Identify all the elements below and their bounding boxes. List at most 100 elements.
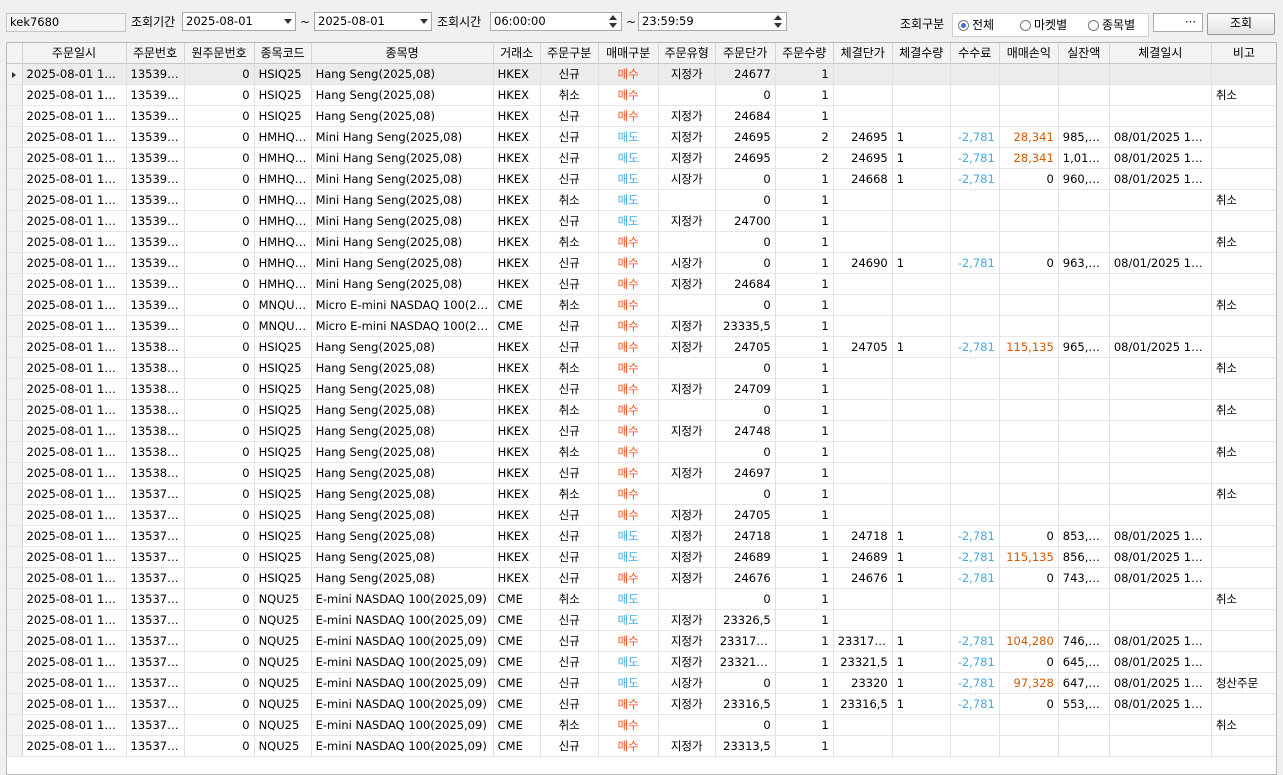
table-row[interactable]: 2025-08-01 10:… 1353748 0 NQU25 E-mini NASDA…: [7, 735, 1276, 757]
row-indicator[interactable]: [7, 105, 23, 127]
table-row[interactable]: 2025-08-01 10:… 1353766 0 NQU25 E-mini NASDA…: [7, 651, 1276, 673]
row-indicator[interactable]: [7, 84, 23, 106]
header-exchange[interactable]: 거래소: [493, 43, 541, 64]
table-row[interactable]: 2025-08-01 11:… 1353962 0 HSIQ25 Hang Seng(2…: [7, 105, 1276, 127]
table-row[interactable]: 2025-08-01 11:… 1353873 0 HSIQ25 Hang Seng(2…: [7, 357, 1276, 379]
row-indicator[interactable]: [7, 315, 23, 337]
header-fill-time[interactable]: 체결일시: [1109, 43, 1212, 64]
row-indicator[interactable]: [7, 126, 23, 148]
row-indicator[interactable]: [7, 651, 23, 673]
row-indicator[interactable]: [7, 399, 23, 421]
row-indicator[interactable]: [7, 252, 23, 274]
row-indicator[interactable]: [7, 357, 23, 379]
table-row[interactable]: 2025-08-01 11:… 1353963 0 HSIQ25 Hang Seng(2…: [7, 63, 1276, 85]
table-row[interactable]: 2025-08-01 11:… 1353954 0 HMHQ25 Mini Hang S…: [7, 231, 1276, 253]
row-indicator[interactable]: [7, 546, 23, 568]
spin-up-icon[interactable]: [609, 15, 617, 20]
radio-market[interactable]: 마켓별: [1020, 18, 1067, 34]
row-indicator[interactable]: [7, 147, 23, 169]
table-row[interactable]: 2025-08-01 10:… 1353786 0 HSIQ25 Hang Seng(2…: [7, 567, 1276, 589]
date-from-dropdown[interactable]: 2025-08-01: [182, 12, 296, 31]
header-trade-pl[interactable]: 매매손익: [999, 43, 1059, 64]
row-indicator[interactable]: [7, 462, 23, 484]
header-order-no[interactable]: 주문번호: [126, 43, 185, 64]
order-history-grid[interactable]: 주문일시 주문번호 원주문번호 종목코드 종목명 거래소 주문구분 매매구분 주문유형 주문단가 주…: [6, 42, 1277, 775]
table-row[interactable]: 2025-08-01 11:… 1353873 0 HSIQ25 Hang Seng(2…: [7, 378, 1276, 400]
row-indicator[interactable]: [7, 231, 23, 253]
row-indicator[interactable]: [7, 714, 23, 736]
row-indicator[interactable]: [7, 609, 23, 631]
header-fill-qty[interactable]: 체결수량: [892, 43, 951, 64]
table-row[interactable]: 2025-08-01 11:… 1353801 0 HSIQ25 Hang Seng(2…: [7, 441, 1276, 463]
spin-down-icon[interactable]: [774, 23, 782, 28]
row-indicator[interactable]: [7, 483, 23, 505]
row-indicator[interactable]: [7, 336, 23, 358]
header-order-time[interactable]: 주문일시: [22, 43, 127, 64]
table-row[interactable]: 2025-08-01 11:… 1353888 0 HSIQ25 Hang Seng(2…: [7, 336, 1276, 358]
table-row[interactable]: 2025-08-01 10:… 1353748 0 NQU25 E-mini NASDA…: [7, 714, 1276, 736]
row-indicator[interactable]: [7, 273, 23, 295]
row-indicator[interactable]: [7, 630, 23, 652]
row-indicator[interactable]: [7, 588, 23, 610]
header-item-code[interactable]: 종목코드: [254, 43, 312, 64]
table-row[interactable]: 2025-08-01 10:… 1353768 0 NQU25 E-mini NASDA…: [7, 630, 1276, 652]
table-row[interactable]: 2025-08-01 11:… 1353953 0 MNQU25 Micro E-min…: [7, 294, 1276, 316]
row-indicator[interactable]: [7, 735, 23, 757]
header-order-class[interactable]: 주문구분: [540, 43, 599, 64]
row-indicator[interactable]: [7, 63, 23, 85]
header-fee[interactable]: 수수료: [950, 43, 1000, 64]
header-balance[interactable]: 실잔액: [1058, 43, 1110, 64]
table-row[interactable]: 2025-08-01 11:… 1353958 0 HMHQ25 Mini Hang S…: [7, 210, 1276, 232]
filter-field[interactable]: ···: [1153, 13, 1203, 32]
header-fill-price[interactable]: 체결단가: [833, 43, 893, 64]
table-row[interactable]: 2025-08-01 11:… 1353796 0 HSIQ25 Hang Seng(2…: [7, 483, 1276, 505]
row-indicator[interactable]: [7, 693, 23, 715]
table-row[interactable]: 2025-08-01 11:… 1353953 0 MNQU25 Micro E-min…: [7, 315, 1276, 337]
time-from-spinner[interactable]: 06:00:00: [490, 12, 622, 31]
time-to-spinner[interactable]: 23:59:59: [638, 12, 787, 31]
row-indicator[interactable]: [7, 441, 23, 463]
date-to-dropdown[interactable]: 2025-08-01: [314, 12, 432, 31]
account-field[interactable]: kek7680: [6, 13, 126, 32]
row-indicator[interactable]: [7, 189, 23, 211]
row-indicator[interactable]: [7, 378, 23, 400]
table-row[interactable]: 2025-08-01 11:… 1353961 0 HMHQ25 Mini Hang S…: [7, 126, 1276, 148]
table-row[interactable]: 2025-08-01 11:… 1353840 0 HSIQ25 Hang Seng(2…: [7, 420, 1276, 442]
table-row[interactable]: 2025-08-01 11:… 1353958 0 HMHQ25 Mini Hang S…: [7, 189, 1276, 211]
header-trade-type[interactable]: 매매구분: [598, 43, 659, 64]
row-indicator[interactable]: [7, 525, 23, 547]
table-row[interactable]: 2025-08-01 10:… 1353778 0 NQU25 E-mini NASDA…: [7, 588, 1276, 610]
row-indicator[interactable]: [7, 294, 23, 316]
table-row[interactable]: 2025-08-01 11:… 1353840 0 HSIQ25 Hang Seng(2…: [7, 399, 1276, 421]
row-indicator[interactable]: [7, 672, 23, 694]
table-row[interactable]: 2025-08-01 10:… 1353759 0 NQU25 E-mini NASDA…: [7, 672, 1276, 694]
table-row[interactable]: 2025-08-01 10:… 1353788 0 HSIQ25 Hang Seng(2…: [7, 546, 1276, 568]
table-row[interactable]: 2025-08-01 10:… 1353750 0 NQU25 E-mini NASDA…: [7, 693, 1276, 715]
header-order-type[interactable]: 주문유형: [658, 43, 716, 64]
search-button[interactable]: 조회: [1207, 13, 1275, 35]
header-orig-order-no[interactable]: 원주문번호: [184, 43, 255, 64]
header-order-qty[interactable]: 주문수량: [775, 43, 834, 64]
radio-all[interactable]: 전체: [958, 18, 994, 34]
row-indicator[interactable]: [7, 168, 23, 190]
table-row[interactable]: 2025-08-01 11:… 1353954 0 HMHQ25 Mini Hang S…: [7, 273, 1276, 295]
row-indicator[interactable]: [7, 504, 23, 526]
row-indicator[interactable]: [7, 420, 23, 442]
header-remark[interactable]: 비고: [1211, 43, 1276, 64]
header-item-name[interactable]: 종목명: [311, 43, 494, 64]
radio-item[interactable]: 종목별: [1088, 18, 1135, 34]
spin-down-icon[interactable]: [609, 23, 617, 28]
row-indicator[interactable]: [7, 567, 23, 589]
table-row[interactable]: 2025-08-01 11:… 1353960 0 HMHQ25 Mini Hang S…: [7, 168, 1276, 190]
header-order-price[interactable]: 주문단가: [715, 43, 776, 64]
table-row[interactable]: 2025-08-01 11:… 1353962 0 HSIQ25 Hang Seng(2…: [7, 84, 1276, 106]
table-row[interactable]: 2025-08-01 11:… 1353796 0 HSIQ25 Hang Seng(2…: [7, 504, 1276, 526]
table-row[interactable]: 2025-08-01 11:… 1353801 0 HSIQ25 Hang Seng(2…: [7, 462, 1276, 484]
table-row[interactable]: 2025-08-01 11:… 1353792 0 HSIQ25 Hang Seng(2…: [7, 525, 1276, 547]
spin-up-icon[interactable]: [774, 15, 782, 20]
row-indicator[interactable]: [7, 210, 23, 232]
table-row[interactable]: 2025-08-01 11:… 1353961 0 HMHQ25 Mini Hang S…: [7, 147, 1276, 169]
table-row[interactable]: 2025-08-01 11:… 1353957 0 HMHQ25 Mini Hang S…: [7, 252, 1276, 274]
cell-fill-price: [833, 483, 893, 505]
table-row[interactable]: 2025-08-01 10:… 1353778 0 NQU25 E-mini NASDA…: [7, 609, 1276, 631]
